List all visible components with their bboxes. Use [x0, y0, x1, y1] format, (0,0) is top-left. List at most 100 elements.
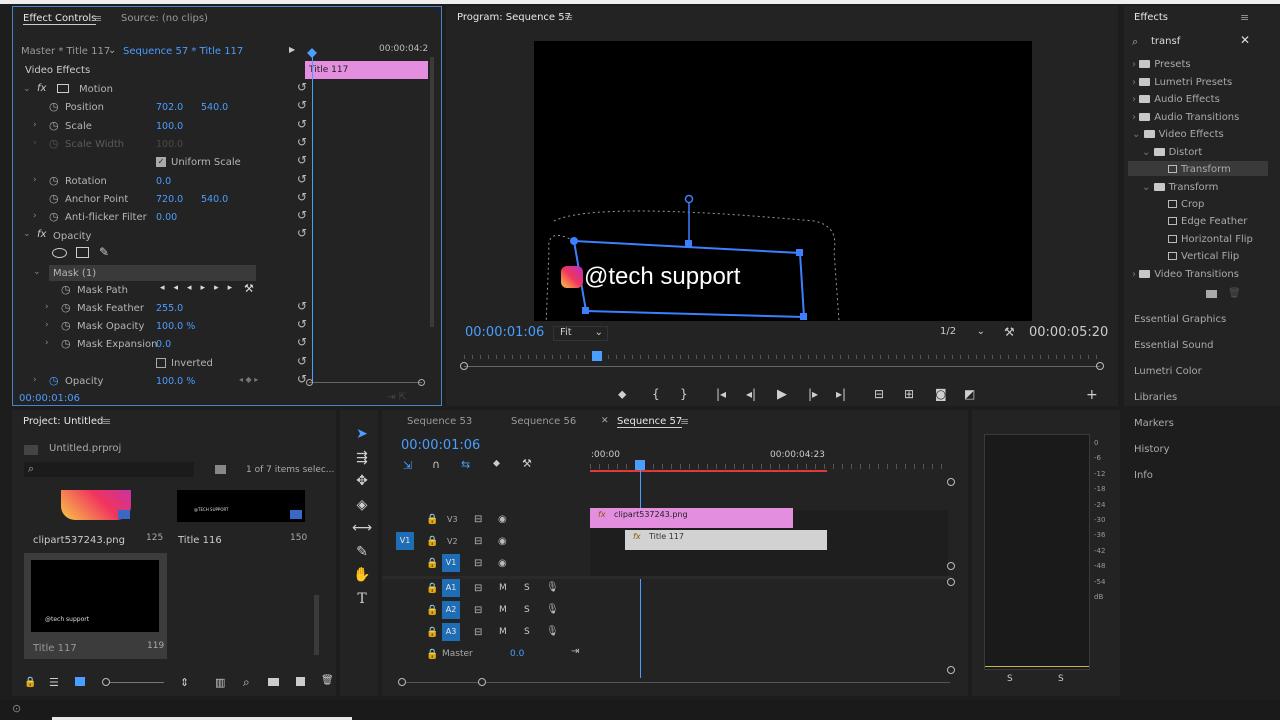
reset-icon[interactable]: ↺	[297, 153, 307, 167]
sequence-clip-selector[interactable]: Sequence 57 * Title 117	[123, 46, 243, 57]
tree-presets[interactable]: › Presets	[1132, 59, 1191, 70]
panel-menu-icon[interactable]: ≡	[93, 12, 102, 25]
chevron-down-icon[interactable]: ⌄	[108, 45, 116, 56]
clip-v2[interactable]: fx Title 117	[625, 530, 827, 550]
scroll-handle-mid[interactable]	[947, 562, 955, 570]
add-button-icon[interactable]: +	[1086, 387, 1098, 403]
settings-wrench-icon[interactable]: ⚒	[1004, 325, 1015, 339]
panel-lumetri-color[interactable]: Lumetri Color	[1134, 366, 1202, 377]
sync-lock-icon[interactable]: ⊟	[474, 536, 482, 547]
tab-source[interactable]: Source: (no clips)	[121, 13, 208, 24]
thumb-title-116[interactable]: @TECH SUPPORT	[177, 490, 305, 522]
stopwatch-icon[interactable]: ◷	[49, 210, 59, 223]
scrub-end-handle[interactable]	[1096, 362, 1104, 370]
tree-edge-feather[interactable]: Edge Feather	[1168, 216, 1247, 227]
tree-video-transitions[interactable]: › Video Transitions	[1132, 269, 1239, 280]
add-marker-icon[interactable]: ⬥	[493, 458, 500, 469]
position-x[interactable]: 702.0	[156, 102, 183, 113]
mask-track-controls[interactable]: ◂◂◂▸▸▸	[160, 283, 241, 293]
track-divider[interactable]	[382, 576, 952, 579]
tab-sequence-56[interactable]: Sequence 56	[511, 416, 576, 427]
eye-icon[interactable]: ◉	[498, 536, 507, 547]
reset-icon[interactable]: ↺	[297, 80, 307, 94]
pen-tool-icon[interactable]: ✎	[352, 544, 372, 560]
tree-audio-effects[interactable]: › Audio Effects	[1132, 94, 1220, 105]
reset-icon[interactable]: ↺	[297, 190, 307, 204]
stopwatch-icon[interactable]: ◷	[61, 301, 71, 314]
program-timecode[interactable]: 00:00:01:06	[465, 325, 544, 340]
mask-opacity-value[interactable]: 100.0 %	[156, 321, 195, 332]
clear-search-icon[interactable]: ✕	[1240, 33, 1250, 47]
scale-value[interactable]: 100.0	[156, 121, 183, 132]
ec-playhead-handle[interactable]	[307, 48, 317, 58]
panel-info[interactable]: Info	[1134, 470, 1153, 481]
anti-flicker-value[interactable]: 0.00	[156, 212, 177, 223]
thumb-title-117-selected[interactable]: @tech support Title 117 119	[24, 553, 167, 659]
rotation-value[interactable]: 0.0	[156, 176, 171, 187]
uniform-scale-checkbox[interactable]: ✓	[156, 157, 166, 167]
icon-view-icon[interactable]	[75, 677, 85, 686]
panel-history[interactable]: History	[1134, 444, 1170, 455]
program-scrub-bar[interactable]	[460, 351, 1104, 370]
wrench-icon[interactable]: ⚒	[244, 282, 254, 295]
track-select-tool-icon[interactable]: ⇶	[352, 450, 372, 466]
solo-a2[interactable]: S	[524, 605, 530, 615]
project-search-input[interactable]: ⌕	[24, 462, 194, 477]
timeline-vertical-scroll[interactable]	[947, 476, 955, 676]
project-scrollbar[interactable]	[314, 595, 319, 655]
lock-icon[interactable]: 🔒	[24, 677, 36, 688]
selection-tool-icon[interactable]: ➤	[352, 426, 372, 442]
play-clip-icon[interactable]: ▶	[289, 45, 295, 54]
go-to-in-icon[interactable]: |◂	[716, 387, 726, 401]
mark-out-icon[interactable]: }	[680, 387, 688, 401]
scroll-handle-mid2[interactable]	[947, 578, 955, 586]
opacity-value[interactable]: 100.0 %	[156, 376, 195, 387]
tree-video-effects[interactable]: ⌄ Video Effects	[1132, 129, 1224, 140]
master-go-icon[interactable]: ⇥	[571, 646, 579, 657]
solo-a1[interactable]: S	[524, 583, 530, 593]
eye-icon[interactable]: ◉	[498, 514, 507, 525]
zoom-handle-right[interactable]	[478, 678, 486, 686]
lock-icon[interactable]: 🔒	[426, 605, 438, 616]
microphone-icon[interactable]: 🎙	[546, 626, 559, 637]
sync-lock-icon[interactable]: ⊟	[474, 558, 482, 569]
position-y[interactable]: 540.0	[201, 102, 228, 113]
mini-clip-bar[interactable]: Title 117	[305, 61, 428, 79]
twirl-rotation[interactable]: ›	[33, 175, 37, 185]
delete-icon[interactable]: 🗑	[1228, 288, 1241, 299]
sort-icon[interactable]: ⇕	[180, 676, 189, 689]
mask-feather-value[interactable]: 255.0	[156, 303, 183, 314]
twirl-mask[interactable]: ⌄	[33, 267, 41, 277]
zoom-slider[interactable]	[102, 678, 164, 686]
export-frame-icon[interactable]: ◙	[935, 387, 947, 401]
sync-lock-icon[interactable]: ⊟	[474, 605, 482, 616]
stopwatch-icon[interactable]: ◷	[61, 337, 71, 350]
work-area-bar[interactable]	[590, 470, 827, 472]
inverted-checkbox[interactable]	[156, 358, 166, 368]
meter-solo-left[interactable]: S	[1007, 674, 1013, 684]
twirl-scale[interactable]: ›	[33, 120, 37, 130]
slip-tool-icon[interactable]: ⟷	[352, 520, 372, 536]
tree-distort[interactable]: ⌄ Distort	[1142, 147, 1202, 158]
panel-essential-graphics[interactable]: Essential Graphics	[1134, 314, 1226, 325]
extract-icon[interactable]: ⊞	[904, 387, 914, 401]
pen-mask-icon[interactable]: ✎	[99, 245, 109, 259]
anchor-y[interactable]: 540.0	[201, 194, 228, 205]
list-view-icon[interactable]: ☰	[49, 676, 59, 689]
twirl-motion[interactable]: ⌄	[23, 84, 31, 94]
twirl-mask-feather[interactable]: ›	[45, 302, 49, 312]
panel-markers[interactable]: Markers	[1134, 418, 1174, 429]
ec-timecode[interactable]: 00:00:01:06	[19, 393, 80, 404]
scroll-handle-top[interactable]	[947, 478, 955, 486]
step-back-icon[interactable]: ◂|	[746, 387, 756, 401]
panel-libraries[interactable]: Libraries	[1134, 392, 1177, 403]
add-marker-icon[interactable]: ⬥	[618, 387, 626, 402]
twirl-flicker[interactable]: ›	[33, 211, 37, 221]
reset-icon[interactable]: ↺	[297, 172, 307, 186]
panel-menu-icon[interactable]: ≡	[564, 11, 573, 24]
stopwatch-icon[interactable]: ◷	[49, 100, 59, 113]
tree-crop[interactable]: Crop	[1168, 199, 1204, 210]
reset-icon[interactable]: ↺	[297, 226, 307, 240]
stopwatch-icon[interactable]: ◷	[49, 374, 59, 387]
new-search-bin-icon[interactable]	[215, 465, 226, 474]
